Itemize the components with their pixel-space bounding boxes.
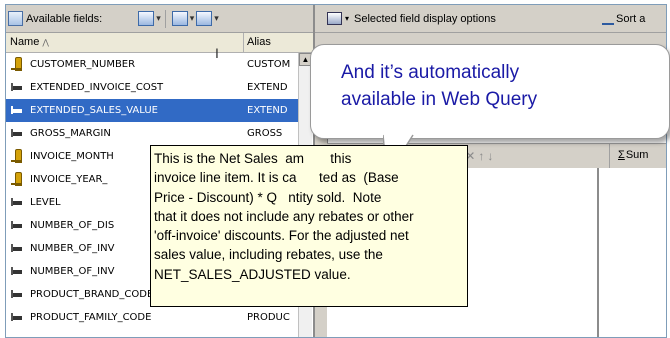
sum-label: Sum: [625, 149, 649, 161]
toolbar-separator: [609, 144, 610, 168]
display-options-icon: [327, 12, 342, 25]
tooltip-line: NET_SALES_ADJUSTED value.: [154, 266, 351, 282]
display-options-button[interactable]: ▾ Selected field display options: [327, 12, 496, 25]
measure-icon: [10, 103, 24, 117]
field-row[interactable]: EXTENDED_SALES_VALUE EXTEND: [6, 99, 298, 122]
key-icon: [10, 149, 24, 163]
tooltip-line: 'off-invoice' discounts. For the adjuste…: [154, 228, 409, 244]
measure-icon: [10, 264, 24, 278]
columns-view-dropdown[interactable]: ▾: [214, 10, 219, 28]
callout-line: And it’s automatically: [341, 62, 520, 83]
field-name: INVOICE_YEAR_: [30, 174, 108, 185]
field-name: INVOICE_MONTH: [30, 151, 114, 162]
calculator-button[interactable]: [138, 10, 155, 28]
measure-icon: [10, 218, 24, 232]
field-name: CUSTOMER_NUMBER: [30, 59, 136, 70]
sort-button[interactable]: Sort a: [602, 12, 645, 25]
tree-view-dropdown[interactable]: ▾: [190, 10, 195, 28]
field-name: PRODUCT_FAMILY_CODE: [30, 312, 152, 323]
sort-label: Sort a: [616, 12, 646, 25]
available-fields-title: Available fields:: [8, 11, 102, 26]
field-alias: GROSS: [247, 128, 283, 139]
field-row[interactable]: PRODUCT_FAMILY_CODE PRODUC: [6, 306, 298, 329]
callout-text: And it’s automatically available in Web …: [341, 59, 661, 113]
field-name: GROSS_MARGIN: [30, 128, 111, 139]
measure-icon: [10, 126, 24, 140]
columns-view-button[interactable]: [196, 10, 213, 28]
available-fields-toolbar: Available fields: ▾ ▾ ▾: [6, 5, 313, 33]
columns-view-icon: [196, 11, 213, 26]
sigma-icon: Σ: [618, 149, 625, 161]
move-up-icon[interactable]: ↑: [478, 149, 487, 163]
text-cursor-icon: I: [215, 45, 219, 61]
measure-icon: [10, 195, 24, 209]
field-alias: EXTEND: [247, 105, 288, 116]
field-name: NUMBER_OF_INV: [30, 243, 115, 254]
measure-icon: [10, 310, 24, 324]
key-icon: [10, 172, 24, 186]
field-name: PRODUCT_BRAND_CODE: [30, 289, 154, 300]
column-header-alias[interactable]: Alias: [247, 36, 271, 48]
field-alias: PRODUC: [247, 312, 290, 323]
field-alias: EXTEND: [247, 82, 288, 93]
tooltip-line: Price - Discount) * Q ntity sold. Note: [154, 189, 382, 205]
field-row[interactable]: EXTENDED_INVOICE_COST EXTEND: [6, 76, 298, 99]
calculator-dropdown[interactable]: ▾: [156, 10, 161, 28]
field-name: NUMBER_OF_INV: [30, 266, 115, 277]
field-name: LEVEL: [30, 197, 61, 208]
available-fields-label: Available fields:: [26, 12, 103, 25]
column-divider[interactable]: [243, 33, 244, 52]
tooltip-line: sales value, including rebates, use the: [154, 247, 383, 263]
dropdown-arrow-icon: ▾: [345, 14, 350, 23]
display-options-label: Selected field display options: [354, 12, 496, 25]
key-icon: [10, 57, 24, 71]
measure-icon: [10, 287, 24, 301]
measure-icon: [10, 80, 24, 94]
measure-icon: [10, 241, 24, 255]
tree-view-button[interactable]: [171, 10, 188, 28]
tooltip-line: invoice line item. It is ca ted as (Base: [154, 170, 399, 186]
tree-view-icon: [171, 11, 188, 26]
tooltip-line: This is the Net Sales am this: [154, 151, 352, 166]
sort-ascending-icon: ⋀: [42, 38, 49, 47]
move-down-icon[interactable]: ↓: [487, 149, 496, 163]
selected-fields-toolbar: ▾ Selected field display options Sort a: [315, 5, 666, 33]
field-tree-icon: [8, 11, 23, 26]
tooltip-line: that it does not include any rebates or …: [154, 208, 414, 224]
callout-line: available in Web Query: [341, 89, 538, 110]
sort-icon: [602, 12, 614, 25]
field-description-tooltip: This is the Net Sales am this invoice lin…: [150, 145, 468, 307]
field-name: EXTENDED_INVOICE_COST: [30, 82, 164, 93]
field-alias: CUSTOM: [247, 59, 291, 70]
field-row[interactable]: CUSTOMER_NUMBER CUSTOM: [6, 53, 298, 76]
field-list-header: Name ⋀ Alias: [6, 33, 313, 53]
callout-bubble: And it’s automatically available in Web …: [310, 44, 670, 139]
pane-divider[interactable]: [597, 168, 599, 337]
field-name: EXTENDED_SALES_VALUE: [30, 105, 158, 116]
calculator-icon: [138, 11, 155, 26]
sum-button[interactable]: Σ Sum: [618, 149, 648, 161]
field-name: NUMBER_OF_DIS: [30, 220, 115, 231]
toolbar-separator: [164, 9, 166, 28]
field-row[interactable]: GROSS_MARGIN GROSS: [6, 122, 298, 145]
column-header-name[interactable]: Name ⋀: [10, 36, 49, 48]
